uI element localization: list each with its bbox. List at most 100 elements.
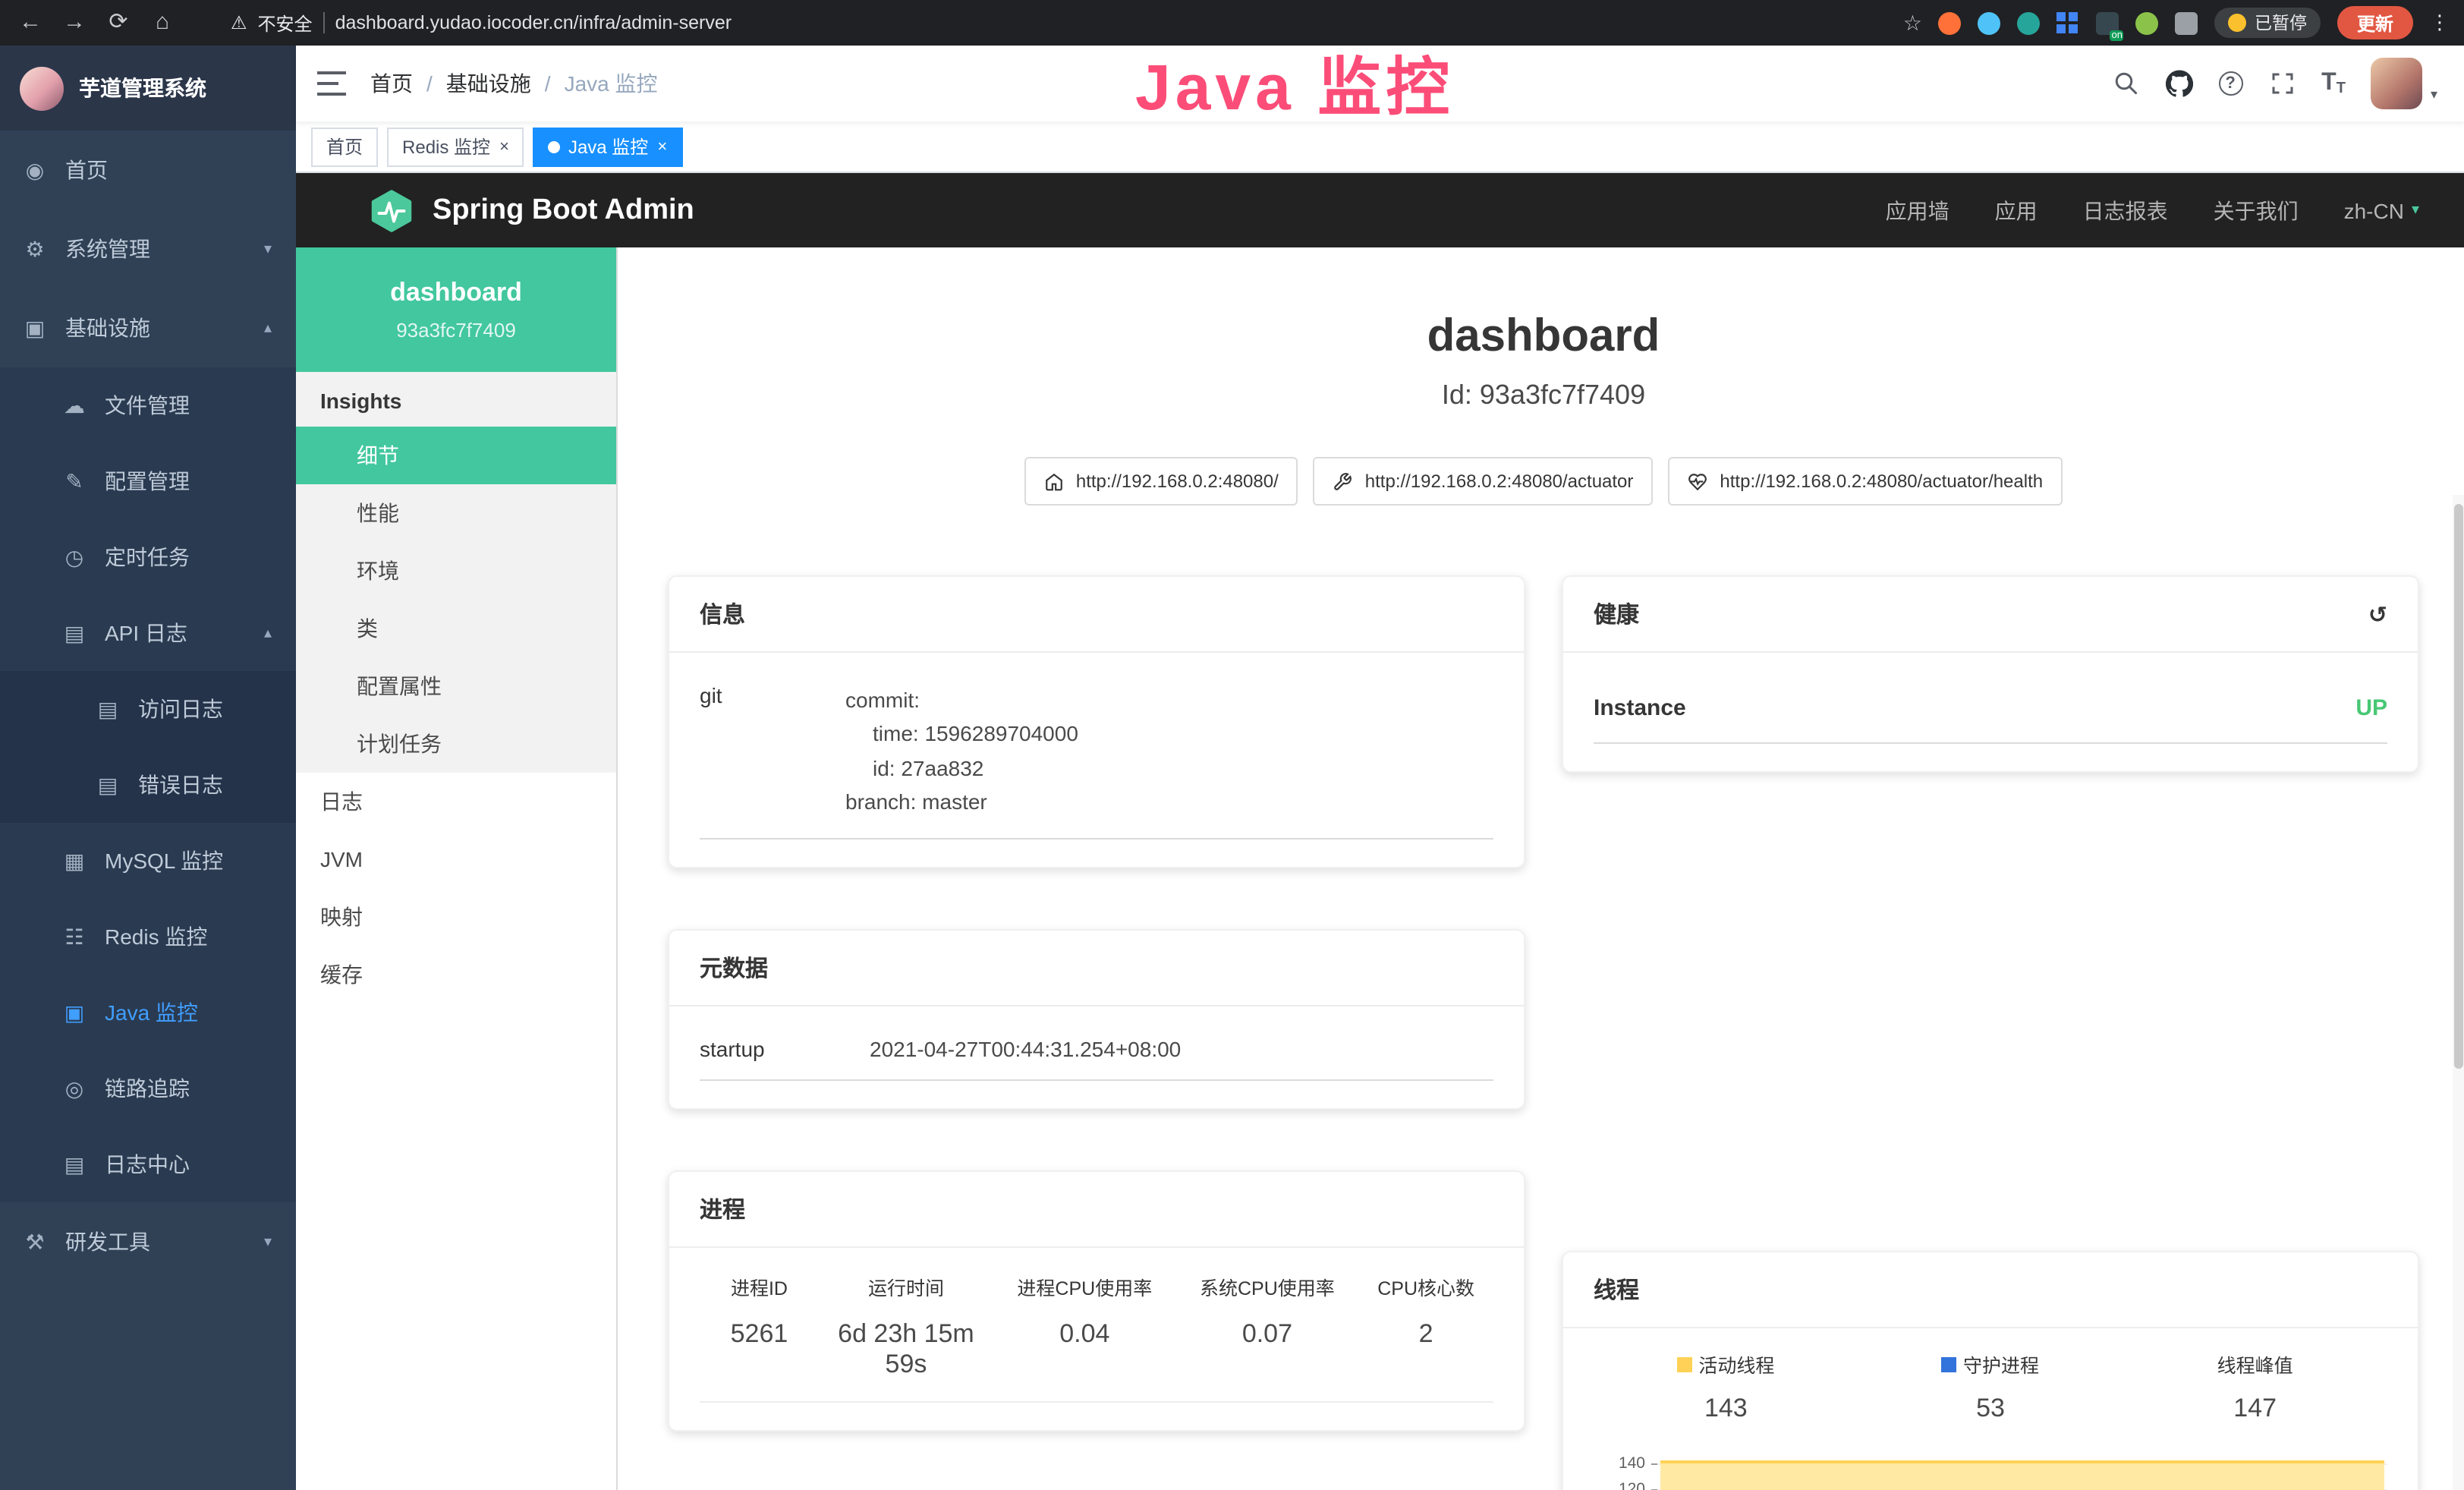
sba-item-environment[interactable]: 环境 <box>296 542 616 600</box>
sba-item-metrics[interactable]: 性能 <box>296 484 616 542</box>
threads-chart: 140 120 100 <box>1594 1451 2387 1490</box>
sidebar-item-mysql-monitor[interactable]: ▦ MySQL 监控 <box>0 823 296 899</box>
extension-icon-2[interactable] <box>1978 11 2001 34</box>
security-warning-icon: ⚠ <box>231 12 247 33</box>
sba-nav-about[interactable]: 关于我们 <box>2214 195 2299 225</box>
sba-locale-select[interactable]: zh-CN ▾ <box>2344 198 2419 222</box>
annotation-java-monitor: Java 监控 <box>1135 36 1454 129</box>
security-warning-label: 不安全 <box>258 10 313 36</box>
app-logo[interactable]: 芋道管理系统 <box>0 46 296 131</box>
breadcrumb-separator: / <box>426 71 433 96</box>
paused-extension-pill[interactable]: 已暂停 <box>2215 8 2321 38</box>
process-header-uptime: 运行时间 <box>819 1271 993 1300</box>
fullscreen-icon[interactable] <box>2268 70 2296 97</box>
browser-back-button[interactable]: ← <box>15 0 46 46</box>
timer-icon: ◷ <box>61 544 88 570</box>
sba-item-details[interactable]: 细节 <box>296 427 616 484</box>
page-scrollbar[interactable] <box>2453 495 2464 1490</box>
extension-icon-1[interactable] <box>1939 11 1962 34</box>
history-icon[interactable]: ↺ <box>2368 600 2387 628</box>
extension-grid-icon[interactable] <box>2057 11 2080 34</box>
hamburger-icon[interactable] <box>317 71 346 96</box>
sidebar-item-java-monitor[interactable]: ▣ Java 监控 <box>0 975 296 1051</box>
sba-item-logs[interactable]: 日志 <box>296 773 616 830</box>
breadcrumb-infrastructure[interactable]: 基础设施 <box>446 68 531 99</box>
monitor-icon: ▣ <box>21 315 49 341</box>
bookmark-star-icon[interactable]: ☆ <box>1903 10 1922 36</box>
scrollbar-thumb[interactable] <box>2454 504 2463 1069</box>
sidebar-item-scheduled-jobs[interactable]: ◷ 定时任务 <box>0 519 296 595</box>
link-url: http://192.168.0.2:48080/ <box>1076 471 1279 492</box>
sidebar-item-log-center[interactable]: ▤ 日志中心 <box>0 1126 296 1202</box>
sidebar-item-system-management[interactable]: ⚙ 系统管理 ▾ <box>0 209 296 288</box>
breadcrumb-current: Java 监控 <box>565 68 658 99</box>
close-icon[interactable]: × <box>657 137 667 156</box>
sba-item-classes[interactable]: 类 <box>296 600 616 657</box>
sidebar-item-api-logs[interactable]: ▤ API 日志 ▴ <box>0 595 296 671</box>
sba-nav-applications[interactable]: 应用 <box>1995 195 2038 225</box>
sba-item-caches[interactable]: 缓存 <box>296 946 616 1003</box>
card-title: 元数据 <box>700 951 768 983</box>
sba-nav-journal[interactable]: 日志报表 <box>2083 195 2168 225</box>
browser-forward-button[interactable]: → <box>59 0 90 46</box>
tab-home[interactable]: 首页 <box>311 127 378 166</box>
font-size-icon[interactable]: TT <box>2321 70 2346 97</box>
process-card: 进程 进程ID 运行时间 进程CPU使用率 系统CPU使用率 <box>668 1170 1525 1431</box>
process-uptime: 6d 23h 15m 59s <box>819 1318 993 1379</box>
extension-icon-6[interactable] <box>2136 11 2159 34</box>
sba-section-label: Insights <box>296 372 616 427</box>
tags-bar: 首页 Redis 监控 × Java 监控 × <box>296 121 2464 173</box>
close-icon[interactable]: × <box>499 137 509 156</box>
user-avatar[interactable] <box>2371 58 2423 109</box>
card-body: git commit: time: 1596289704000 id: 27aa… <box>669 653 1524 866</box>
sba-main: dashboard Id: 93a3fc7f7409 http://192.16… <box>618 247 2464 1490</box>
sidebar-item-infrastructure[interactable]: ▣ 基础设施 ▴ <box>0 288 296 367</box>
chart-y-axis: 140 120 100 <box>1594 1451 1657 1490</box>
address-bar[interactable]: ⚠ 不安全 dashboard.yudao.iocoder.cn/infra/a… <box>231 10 732 36</box>
browser-home-button[interactable]: ⌂ <box>147 0 178 46</box>
sidebar-item-file-management[interactable]: ☁ 文件管理 <box>0 367 296 443</box>
extension-proxy-icon[interactable]: on <box>2097 11 2119 34</box>
sidebar-item-dev-tools[interactable]: ⚒ 研发工具 ▾ <box>0 1202 296 1281</box>
sba-item-jvm[interactable]: JVM <box>296 830 616 888</box>
sidebar-item-redis-monitor[interactable]: ☷ Redis 监控 <box>0 899 296 975</box>
sidebar-item-access-logs[interactable]: ▤ 访问日志 <box>0 671 296 747</box>
browser-refresh-button[interactable]: ⟳ <box>103 0 134 46</box>
github-icon[interactable] <box>2165 70 2192 97</box>
instance-health-link[interactable]: http://192.168.0.2:48080/actuator/health <box>1668 457 2063 506</box>
breadcrumb-home[interactable]: 首页 <box>370 68 413 99</box>
tab-label: Java 监控 <box>568 134 648 159</box>
sba-item-config-props[interactable]: 配置属性 <box>296 657 616 715</box>
sidebar-item-label: 文件管理 <box>105 390 190 421</box>
process-header-syscpu: 系统CPU使用率 <box>1176 1271 1359 1300</box>
browser-menu-icon[interactable]: ⋮ <box>2430 11 2450 35</box>
instance-id-line: Id: 93a3fc7f7409 <box>668 380 2419 411</box>
instance-actuator-link[interactable]: http://192.168.0.2:48080/actuator <box>1314 457 1654 506</box>
legend-live-threads: 活动线程 143 <box>1594 1350 1858 1424</box>
search-icon[interactable] <box>2112 70 2139 97</box>
avatar-caret-icon: ▾ <box>2431 87 2437 103</box>
eye-icon: ◎ <box>61 1076 88 1101</box>
extensions-puzzle-icon[interactable] <box>2176 11 2198 34</box>
sidebar-item-config-management[interactable]: ✎ 配置管理 <box>0 443 296 519</box>
logo-avatar <box>20 66 64 110</box>
instance-home-link[interactable]: http://192.168.0.2:48080/ <box>1024 457 1298 506</box>
sidebar-item-error-logs[interactable]: ▤ 错误日志 <box>0 747 296 823</box>
sidebar-item-home[interactable]: ◉ 首页 <box>0 131 296 209</box>
tab-redis-monitor[interactable]: Redis 监控 × <box>387 127 524 166</box>
chevron-down-icon: ▾ <box>264 1233 272 1250</box>
sidebar-item-trace[interactable]: ◎ 链路追踪 <box>0 1051 296 1126</box>
sba-item-scheduled-tasks[interactable]: 计划任务 <box>296 715 616 773</box>
sba-nav-wallboard[interactable]: 应用墙 <box>1886 195 1949 225</box>
extension-icon-3[interactable] <box>2018 11 2041 34</box>
sba-instance-header[interactable]: dashboard 93a3fc7f7409 <box>296 247 616 372</box>
help-icon[interactable]: ? <box>2218 71 2242 96</box>
sba-item-mappings[interactable]: 映射 <box>296 888 616 946</box>
process-header-cpu: 进程CPU使用率 <box>993 1271 1176 1300</box>
tab-java-monitor[interactable]: Java 监控 × <box>533 127 682 166</box>
card-title: 进程 <box>700 1192 745 1224</box>
info-value: commit: time: 1596289704000 id: 27aa832 … <box>845 683 1078 819</box>
card-title: 信息 <box>700 598 745 630</box>
sba-brand-title[interactable]: Spring Boot Admin <box>433 194 694 227</box>
chrome-update-button[interactable]: 更新 <box>2337 6 2413 39</box>
